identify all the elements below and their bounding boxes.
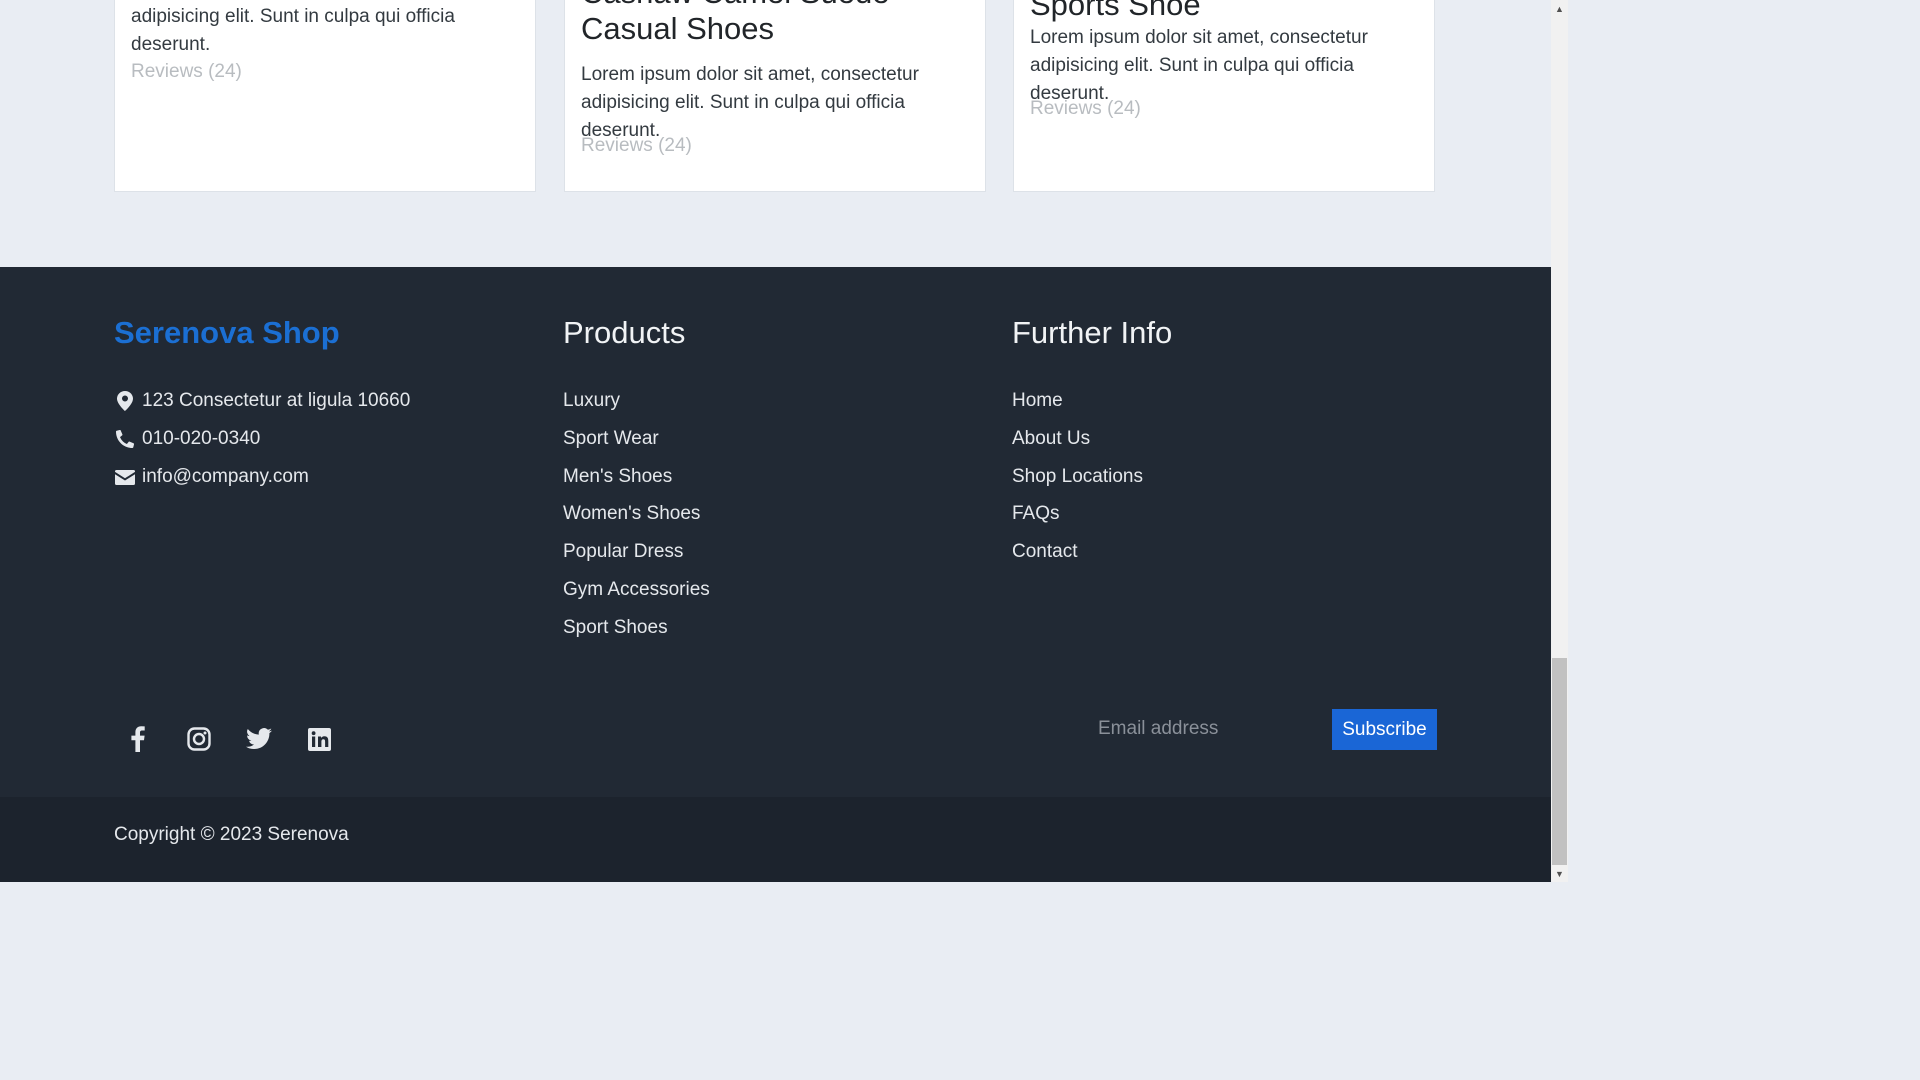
phone-icon (114, 428, 136, 450)
footer-link-shop-locations[interactable]: Shop Locations (1012, 463, 1143, 501)
further-info-links: Home About Us Shop Locations FAQs Contac… (1012, 387, 1143, 576)
linkedin-icon[interactable] (296, 715, 344, 763)
contact-phone: 010-020-0340 (114, 426, 260, 452)
footer-link-about-us[interactable]: About Us (1012, 425, 1143, 463)
footer-link-womens-shoes[interactable]: Women's Shoes (563, 500, 710, 538)
copyright-bar: Copyright © 2023 Serenova (0, 797, 1551, 882)
footer-link-mens-shoes[interactable]: Men's Shoes (563, 463, 710, 501)
instagram-icon[interactable] (175, 715, 223, 763)
footer-link-sport-wear[interactable]: Sport Wear (563, 425, 710, 463)
further-info-heading: Further Info (1012, 315, 1173, 350)
footer-link-contact[interactable]: Contact (1012, 538, 1143, 576)
product-card[interactable]: Cashaw Camel Suede Casual Shoes Lorem ip… (564, 0, 986, 192)
product-title[interactable]: Sports Shoe (1030, 0, 1201, 23)
footer-link-gym-accessories[interactable]: Gym Accessories (563, 576, 710, 614)
product-description: Lorem ipsum dolor sit amet, consectetur … (1030, 27, 1368, 104)
map-marker-icon (114, 390, 136, 412)
twitter-icon[interactable] (235, 715, 283, 763)
product-reviews[interactable]: Reviews (24) (581, 135, 692, 157)
footer-link-popular-dress[interactable]: Popular Dress (563, 538, 710, 576)
product-reviews[interactable]: Reviews (24) (1030, 98, 1141, 120)
site-footer: Serenova Shop 123 Consectetur at ligula … (0, 267, 1551, 797)
scroll-down-icon[interactable]: ▼ (1551, 865, 1568, 882)
envelope-icon (114, 466, 136, 488)
products-heading: Products (563, 315, 686, 350)
contact-phone-text[interactable]: 010-020-0340 (142, 428, 260, 450)
contact-email-text[interactable]: info@company.com (142, 466, 309, 488)
product-description: Lorem ipsum dolor sit amet, consectetur … (131, 6, 455, 55)
footer-brand[interactable]: Serenova Shop (114, 315, 340, 351)
vertical-scrollbar[interactable]: ▲ ▼ (1551, 0, 1568, 882)
product-card[interactable]: Lorem ipsum dolor sit amet, consectetur … (114, 0, 536, 192)
product-title[interactable]: Cashaw Camel Suede Casual Shoes (581, 0, 976, 47)
footer-link-luxury[interactable]: Luxury (563, 387, 710, 425)
scroll-up-icon[interactable]: ▲ (1551, 0, 1568, 17)
contact-email: info@company.com (114, 464, 309, 490)
subscribe-button[interactable]: Subscribe (1332, 709, 1437, 750)
footer-link-sport-shoes[interactable]: Sport Shoes (563, 614, 710, 652)
contact-address-text: 123 Consectetur at ligula 10660 (142, 390, 411, 411)
social-links (114, 715, 356, 763)
product-description: Lorem ipsum dolor sit amet, consectetur … (581, 64, 919, 141)
scrollbar-thumb[interactable] (1552, 658, 1567, 865)
product-cards-section: Lorem ipsum dolor sit amet, consectetur … (0, 0, 1551, 267)
footer-link-home[interactable]: Home (1012, 387, 1143, 425)
facebook-icon[interactable] (114, 715, 162, 763)
footer-link-faqs[interactable]: FAQs (1012, 500, 1143, 538)
products-links: Luxury Sport Wear Men's Shoes Women's Sh… (563, 387, 710, 652)
contact-address: 123 Consectetur at ligula 10660 (114, 388, 410, 414)
copyright-text: Copyright © 2023 Serenova (114, 824, 349, 845)
subscribe-email-input[interactable] (1086, 708, 1326, 750)
product-card[interactable]: Sports Shoe Lorem ipsum dolor sit amet, … (1013, 0, 1435, 192)
product-reviews[interactable]: Reviews (24) (131, 61, 242, 83)
